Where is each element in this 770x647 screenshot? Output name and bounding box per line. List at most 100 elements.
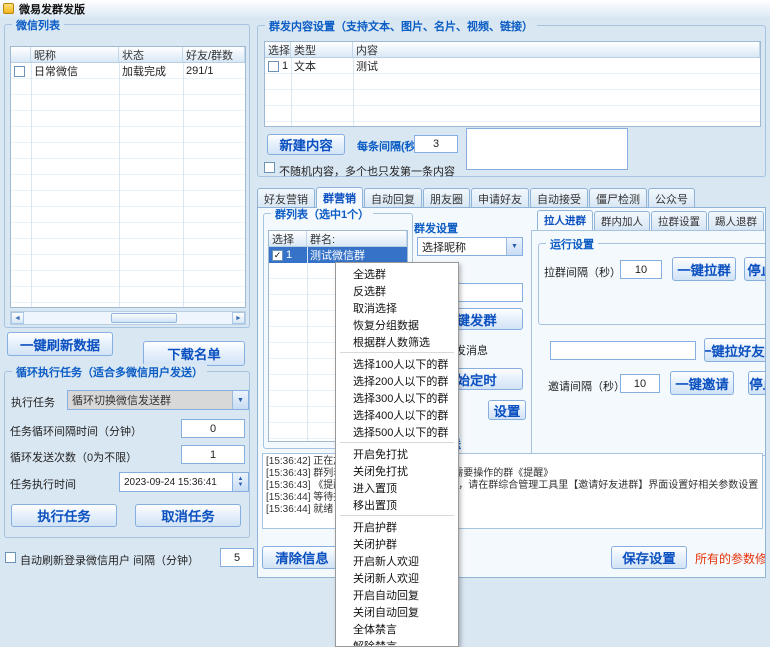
invite-button[interactable]: 一键邀请 [670,371,734,395]
menu-item[interactable]: 开启新人欢迎 [336,552,458,569]
group-list-header: 选择 群名: [269,231,407,247]
pull-into-group-page: 运行设置 拉群间隔（秒） 10 一键拉群 停止拉群 一键拉好友群 邀请间隔（秒）… [531,230,766,456]
menu-item[interactable]: 选择500人以下的群 [336,423,458,440]
content-gap-input[interactable]: 3 [414,135,458,153]
pull-friends-button[interactable]: 一键拉好友群 [704,338,766,362]
clear-log-button[interactable]: 清除信息 [262,546,342,569]
menu-item[interactable]: 选择100人以下的群 [336,355,458,372]
subtab-add-in-group[interactable]: 群内加人 [594,211,650,230]
col-select: 选择 [265,42,291,57]
menu-item[interactable]: 开启护群 [336,518,458,535]
save-warning-text: 所有的参数修改后需要保存设置才生效 [695,550,766,567]
menu-item[interactable]: 根据群人数筛选 [336,333,458,350]
content-table-body: 1 文本 测试 [265,58,760,126]
horizontal-scrollbar[interactable] [10,311,246,325]
send-mode-combo[interactable]: 选择昵称 [417,237,523,256]
grid-divider [307,247,308,441]
tab-group-marketing[interactable]: 群营销 [316,187,363,208]
scroll-right-arrow-icon[interactable] [232,312,245,324]
no-random-label: 不随机内容，多个也只发第一条内容 [279,163,455,179]
tab-official-account[interactable]: 公众号 [648,188,695,208]
menu-item[interactable]: 关闭免打扰 [336,462,458,479]
menu-item[interactable]: 取消选择 [336,299,458,316]
grid-divider [291,58,292,126]
tab-friend-request[interactable]: 申请好友 [471,188,529,208]
tab-auto-accept[interactable]: 自动接受 [530,188,588,208]
menu-item[interactable]: 反选群 [336,282,458,299]
wechat-list-label: 微信列表 [12,17,64,33]
friend-keyword-input[interactable] [550,341,696,360]
wechat-list-body: 日常微信 加载完成 291/1 [11,63,245,307]
tab-friend-marketing[interactable]: 好友营销 [257,188,315,208]
wechat-list-table[interactable]: 昵称 状态 好友/群数 日常微信 加载完成 291/1 [10,46,246,308]
menu-item[interactable]: 关闭自动回复 [336,603,458,620]
row-checkbox[interactable] [268,61,279,72]
menu-separator [340,352,454,353]
cell-status: 加载完成 [119,63,183,79]
tab-auto-reply[interactable]: 自动回复 [364,188,422,208]
stop-invite-button[interactable]: 停止邀请 [748,371,766,395]
scrollbar-thumb[interactable] [111,313,177,323]
row-checkbox[interactable] [272,250,283,261]
run-task-button[interactable]: 执行任务 [11,504,117,527]
menu-item[interactable]: 解除禁言 [336,637,458,647]
new-content-button[interactable]: 新建内容 [267,134,345,155]
chevron-down-icon[interactable] [232,391,248,409]
pull-interval-input[interactable]: 10 [620,260,662,279]
no-random-checkbox[interactable] [264,162,275,173]
subtab-kick-out[interactable]: 踢人退群 [708,211,764,230]
exec-time-picker[interactable]: 2023-09-24 15:36:41 [119,472,249,492]
pull-groups-button[interactable]: 一键拉群 [672,257,736,281]
chevron-down-icon[interactable] [506,238,522,255]
subtab-pull-settings[interactable]: 拉群设置 [651,211,707,230]
content-table-header: 选择 类型 内容 [265,42,760,58]
menu-item[interactable]: 进入置顶 [336,479,458,496]
menu-item[interactable]: 选择300人以下的群 [336,389,458,406]
menu-item[interactable]: 选择400人以下的群 [336,406,458,423]
tab-zombie-check[interactable]: 僵尸检测 [589,188,647,208]
menu-item[interactable]: 选择200人以下的群 [336,372,458,389]
menu-item[interactable]: 移出置顶 [336,496,458,513]
invite-interval-input[interactable]: 10 [620,374,660,393]
row-checkbox[interactable] [14,66,25,77]
updown-icon[interactable] [232,473,248,491]
grid-divider [31,63,32,307]
download-list-button[interactable]: 下载名单 [143,341,245,366]
content-preview-box[interactable] [466,128,628,170]
settings-small-button[interactable]: 设置 [488,400,526,420]
stop-pull-button[interactable]: 停止拉群 [744,257,766,281]
table-row[interactable]: 日常微信 加载完成 291/1 [11,63,245,79]
menu-item[interactable]: 关闭护群 [336,535,458,552]
table-row[interactable]: 1 文本 测试 [265,58,760,74]
menu-item[interactable]: 开启免打扰 [336,445,458,462]
exec-task-combo[interactable]: 循环切换微信发送群 [67,390,249,410]
loop-task-label: 循环执行任务（适合多微信用户发送） [12,364,207,380]
menu-item[interactable]: 全选群 [336,265,458,282]
cell-group-name: 测试微信群 [307,247,407,263]
cancel-task-button[interactable]: 取消任务 [135,504,241,527]
grid-divider [119,63,120,307]
auto-refresh-interval-input[interactable]: 5 [220,548,254,567]
auto-refresh-checkbox[interactable] [5,552,16,563]
cell-nickname: 日常微信 [31,63,119,79]
subtab-pull-into-group[interactable]: 拉人进群 [537,210,593,230]
scroll-left-arrow-icon[interactable] [11,312,24,324]
send-times-input[interactable]: 1 [181,445,245,464]
exec-task-label: 执行任务 [11,394,55,410]
menu-item[interactable]: 关闭新人欢迎 [336,569,458,586]
grid-divider [183,63,184,307]
table-row-selected[interactable]: 1 测试微信群 [269,247,407,263]
menu-item[interactable]: 全体禁言 [336,620,458,637]
refresh-data-button[interactable]: 一键刷新数据 [7,332,113,356]
title-bar: 微易发群发版 [0,0,770,17]
loop-interval-label: 任务循环间隔时间（分钟） [10,423,142,439]
subtab-other[interactable]: 其他 [765,211,766,230]
content-settings-groupbox: 群发内容设置（支持文本、图片、名片、视频、链接） 选择 类型 内容 1 文本 测… [257,25,766,177]
content-table[interactable]: 选择 类型 内容 1 文本 测试 [264,41,761,127]
menu-item[interactable]: 开启自动回复 [336,586,458,603]
save-settings-button[interactable]: 保存设置 [611,546,687,569]
grid-divider [353,58,354,126]
tab-moments[interactable]: 朋友圈 [423,188,470,208]
loop-interval-input[interactable]: 0 [181,419,245,438]
menu-item[interactable]: 恢复分组数据 [336,316,458,333]
